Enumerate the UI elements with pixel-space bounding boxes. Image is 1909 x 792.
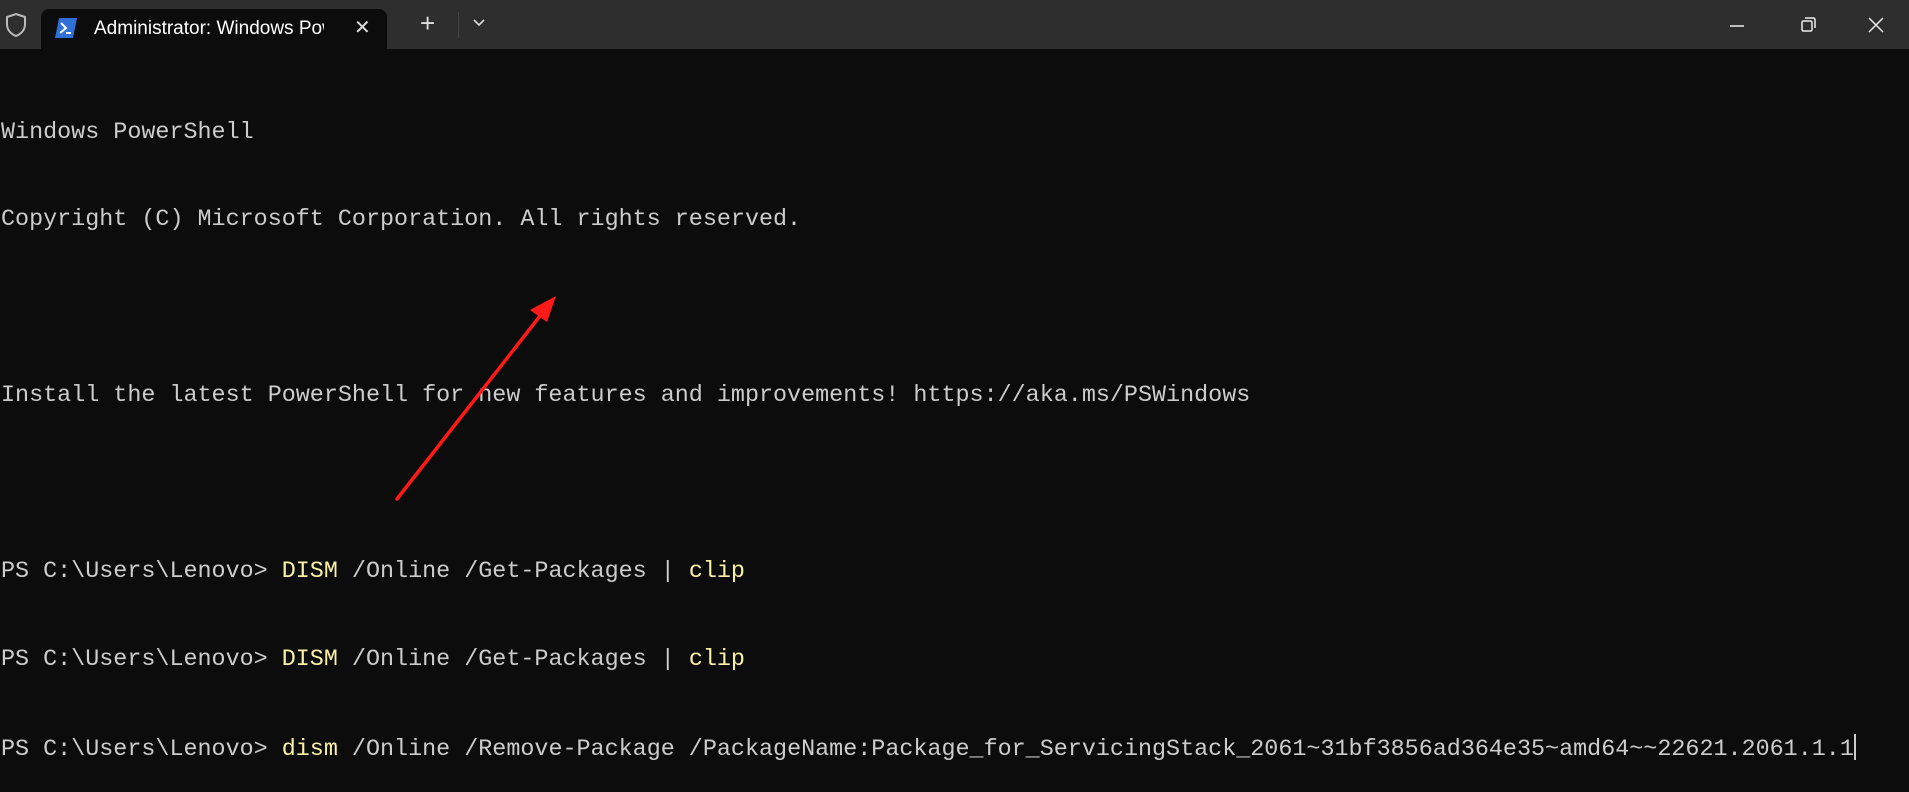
tab-title: Administrator: Windows PowerShell (94, 18, 324, 39)
terminal-output[interactable]: Windows PowerShell Copyright (C) Microso… (1, 60, 1856, 792)
prompt: PS C:\Users\Lenovo> (1, 736, 282, 763)
text-cursor (1853, 733, 1856, 760)
pipe-command: clip (688, 646, 745, 673)
command: DISM (281, 646, 338, 673)
new-tab-button[interactable]: + (420, 9, 435, 37)
arguments: /Online /Get-Packages | (337, 646, 689, 673)
prompt: PS C:\Users\Lenovo> (1, 646, 282, 673)
arguments: /Online /Remove-Package /PackageName:Pac… (337, 736, 1854, 763)
command: dism (281, 736, 338, 763)
divider (458, 12, 459, 38)
close-tab-button[interactable]: ✕ (354, 15, 371, 40)
command-line-current[interactable]: PS C:\Users\Lenovo> dism /Online /Remove… (1, 733, 1856, 763)
terminal-line: Windows PowerShell (1, 119, 254, 146)
pipe-command: clip (688, 559, 745, 586)
terminal-line: Install the latest PowerShell for new fe… (1, 383, 1251, 410)
command-line: PS C:\Users\Lenovo> DISM /Online /Get-Pa… (1, 646, 1856, 675)
command: DISM (281, 559, 338, 586)
tab-powershell[interactable]: Administrator: Windows PowerShell ✕ (41, 9, 387, 49)
restore-icon[interactable] (1793, 10, 1823, 40)
powershell-icon (55, 18, 77, 38)
terminal-line: Copyright (C) Microsoft Corporation. All… (1, 207, 802, 234)
prompt: PS C:\Users\Lenovo> (1, 559, 282, 586)
command-line: PS C:\Users\Lenovo> DISM /Online /Get-Pa… (1, 558, 1856, 587)
chevron-down-icon[interactable] (470, 14, 488, 32)
shield-icon (6, 12, 26, 38)
arguments: /Online /Get-Packages | (337, 559, 689, 586)
title-bar: Administrator: Windows PowerShell ✕ + (0, 0, 1909, 49)
close-icon[interactable] (1861, 10, 1891, 40)
minimize-icon[interactable] (1722, 10, 1752, 40)
